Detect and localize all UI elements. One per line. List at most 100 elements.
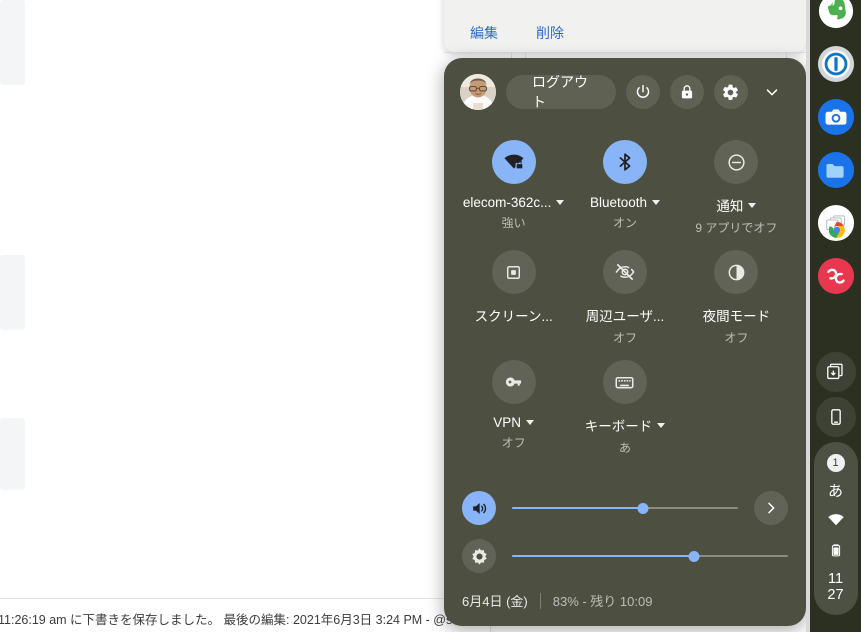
tile-screen-capture[interactable]: スクリーン... <box>458 236 569 346</box>
screen-capture-icon <box>491 250 536 294</box>
shelf-item-files[interactable] <box>816 150 861 190</box>
tile-night-light-label: 夜間モード <box>703 305 771 325</box>
collapse-tray-button[interactable] <box>758 75 786 109</box>
tile-bluetooth-label-text: Bluetooth <box>589 195 648 210</box>
shelf-item-zoho[interactable] <box>816 256 856 296</box>
tile-nearby-share[interactable]: 周辺ユーザ... オフ <box>569 236 680 346</box>
tile-bluetooth-label: Bluetooth <box>589 195 661 210</box>
battery-label[interactable]: 83% - 残り 10:09 <box>553 591 653 610</box>
wifi-icon[interactable] <box>827 511 845 529</box>
slider-section <box>444 456 806 580</box>
context-card-underline <box>444 52 806 53</box>
avatar[interactable] <box>460 74 496 110</box>
audio-settings-button[interactable] <box>754 491 788 525</box>
camera-icon <box>817 98 854 136</box>
tile-bluetooth[interactable]: Bluetooth オン <box>569 126 680 236</box>
status-tray[interactable]: 1 あ 11 27 <box>813 442 858 615</box>
context-menu-card: 編集 削除 <box>444 0 806 52</box>
brightness-icon[interactable] <box>462 539 496 573</box>
tile-network-label: elecom-362c... <box>463 195 565 210</box>
footer-separator <box>539 592 541 609</box>
clock[interactable]: 11 27 <box>827 571 843 603</box>
files-icon <box>817 151 854 189</box>
volume-slider-knob[interactable] <box>637 502 649 514</box>
volume-up-icon[interactable] <box>462 491 496 525</box>
notification-count-badge: 1 <box>826 454 845 472</box>
document-placeholder-block <box>0 0 25 85</box>
edit-link[interactable]: 編集 <box>468 22 500 44</box>
tile-notifications-label-text: 通知 <box>716 199 744 214</box>
shelf-item-chrome-windows[interactable] <box>816 203 856 243</box>
clock-hour: 11 <box>827 571 844 587</box>
battery-icon[interactable] <box>828 541 844 559</box>
tile-night-light-sublabel: オフ <box>724 331 749 345</box>
wifi-locked-icon <box>491 140 536 184</box>
brightness-slider[interactable] <box>512 547 788 565</box>
document-placeholder-block <box>0 418 25 490</box>
tile-notifications-label: 通知 <box>716 195 757 215</box>
do-not-disturb-icon <box>714 140 759 184</box>
gear-icon <box>721 83 740 102</box>
tile-night-light-label-text: 夜間モード <box>702 309 771 324</box>
tile-keyboard-label-text: キーボード <box>584 419 653 434</box>
chevron-down-icon <box>763 83 781 101</box>
phone-hub-button[interactable] <box>815 397 856 437</box>
status-tray-wrap: 1 あ 11 27 <box>810 442 861 615</box>
vpn-key-icon <box>491 360 536 404</box>
power-icon <box>634 83 652 101</box>
shelf-item-1password[interactable] <box>816 44 856 84</box>
tile-keyboard-sublabel: あ <box>618 441 631 455</box>
volume-slider[interactable] <box>512 499 738 517</box>
chrome-windows-icon <box>817 204 854 242</box>
volume-row <box>462 484 788 532</box>
tile-screen-capture-label-text: スクリーン... <box>474 309 553 324</box>
sign-out-label: ログアウト <box>532 74 588 110</box>
zoho-icon <box>817 257 854 295</box>
tile-screen-capture-label: スクリーン... <box>475 305 553 325</box>
chevron-down-icon <box>526 420 535 425</box>
tile-vpn[interactable]: VPN オフ <box>458 346 569 456</box>
tile-bluetooth-sublabel: オン <box>612 216 637 230</box>
chevron-down-icon <box>652 200 661 205</box>
lock-icon <box>678 83 696 101</box>
document-placeholder-block <box>0 255 25 330</box>
tile-nearby-share-label: 周辺ユーザ... <box>586 305 664 325</box>
tile-night-light[interactable]: 夜間モード オフ <box>681 236 792 346</box>
quick-settings-tray: ログアウト elecom-362c... 強い Bluetooth オン 通知 … <box>444 58 806 626</box>
date-label[interactable]: 6月4日 (金) <box>462 591 528 610</box>
lock-button[interactable] <box>669 75 704 109</box>
tile-network-label-text: elecom-362c... <box>462 195 552 210</box>
tile-notifications-sublabel: 9 アプリでオフ <box>695 221 778 235</box>
tile-vpn-sublabel: オフ <box>501 436 526 450</box>
delete-link[interactable]: 削除 <box>534 22 566 44</box>
tile-vpn-label: VPN <box>493 415 535 430</box>
brightness-slider-knob[interactable] <box>688 550 700 562</box>
ime-indicator[interactable]: あ <box>828 484 843 499</box>
volume-slider-fill <box>512 507 644 509</box>
chevron-down-icon <box>556 200 565 205</box>
shelf-item-camera[interactable] <box>816 97 856 137</box>
tile-notifications[interactable]: 通知 9 アプリでオフ <box>681 126 792 236</box>
tile-network[interactable]: elecom-362c... 強い <box>458 126 569 236</box>
tray-account-row: ログアウト <box>444 58 806 110</box>
sign-out-button[interactable]: ログアウト <box>506 74 616 110</box>
1password-icon <box>817 45 854 83</box>
keyboard-icon <box>602 360 647 404</box>
power-button[interactable] <box>625 75 660 109</box>
tile-keyboard[interactable]: キーボード あ <box>569 346 680 456</box>
clock-minute: 27 <box>827 587 844 603</box>
tile-vpn-label-text: VPN <box>493 415 522 430</box>
editor-status-text: 11:26:19 am に下書きを保存しました。 最後の編集: 2021年6月3… <box>0 612 470 627</box>
settings-button[interactable] <box>713 75 748 109</box>
tray-footer: 6月4日 (金) 83% - 残り 10:09 <box>444 591 806 626</box>
night-light-icon <box>714 250 759 294</box>
chevron-right-icon <box>763 500 779 516</box>
shelf-app-list <box>810 0 861 300</box>
shelf-system-buttons <box>810 352 861 442</box>
screen-capture-shelf-button[interactable] <box>815 352 856 392</box>
nearby-off-icon <box>602 250 647 294</box>
chevron-down-icon <box>657 422 666 428</box>
bluetooth-icon <box>602 140 647 184</box>
shelf-item-evernote[interactable] <box>816 0 856 31</box>
tile-keyboard-label: キーボード <box>585 415 666 435</box>
